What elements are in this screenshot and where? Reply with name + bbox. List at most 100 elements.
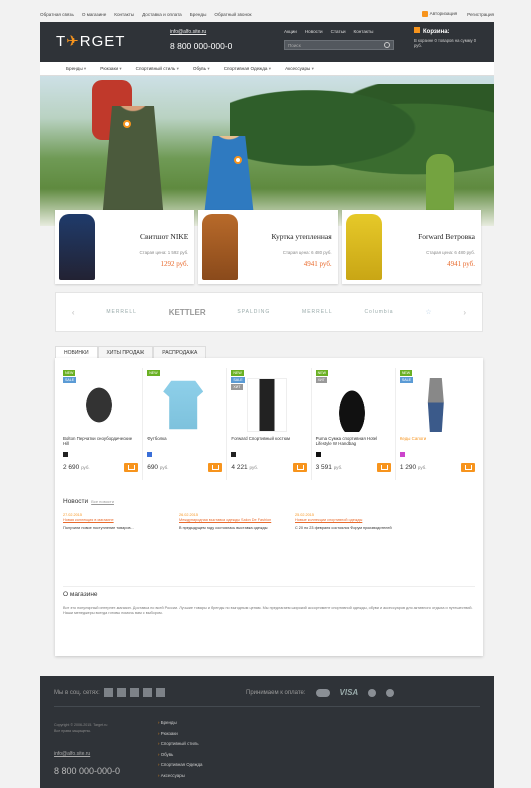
hero-banner[interactable] [40, 76, 494, 226]
add-to-cart-button[interactable] [461, 463, 476, 472]
add-to-cart-button[interactable] [124, 463, 139, 472]
color-swatch[interactable] [315, 452, 321, 457]
menu-item-shoes[interactable]: Обувь [193, 66, 210, 72]
product-card[interactable]: NEW SALE Кеды Сапоги 1 290 руб. [396, 368, 479, 480]
product-name[interactable]: Puma Сумка спортивная Hotel Lifestyle W … [316, 436, 392, 446]
cart[interactable]: Корзина: В корзине 0 товаров на сумму 0 … [414, 27, 484, 48]
brand-logo[interactable]: Columbia [364, 309, 393, 315]
brand-logo[interactable]: MERRELL [302, 309, 333, 315]
visa-logo: VISA [339, 688, 359, 697]
product-name[interactable]: Футболка [147, 436, 223, 441]
payment-icon [368, 688, 377, 697]
product-name[interactable]: Кеды Сапоги [400, 436, 476, 441]
social-links: Мы в соц. сетях: [54, 688, 165, 697]
top-link-about[interactable]: О магазине [82, 12, 106, 17]
news-link[interactable]: Новая коллекция в магазине [63, 518, 167, 523]
menu-item-sport-style[interactable]: Спортивный стиль [136, 66, 179, 72]
menu-item-brands[interactable]: Бренды [66, 66, 86, 72]
top-link-delivery[interactable]: Доставка и оплата [142, 12, 182, 17]
product-image [331, 378, 372, 432]
menu-item-accessories[interactable]: Аксессуары [285, 66, 314, 72]
add-to-cart-button[interactable] [376, 463, 391, 472]
news-link[interactable]: Международная выставка одежды Salon De F… [179, 518, 283, 523]
top-link-brands[interactable]: Бренды [190, 12, 207, 17]
product-price: 1 290 руб. [400, 464, 427, 471]
add-to-cart-button[interactable] [292, 463, 307, 472]
news-list: 27.02.2015 Новая коллекция в магазине По… [63, 513, 475, 530]
promo-card[interactable]: Куртка утепленная Старая цена: 6 480 руб… [198, 210, 338, 284]
color-swatch[interactable] [147, 452, 153, 457]
footer-link[interactable]: Аксессуары [158, 771, 203, 782]
footer-link[interactable]: Обувь [158, 750, 203, 761]
footer-email[interactable]: info@alfo.site.ru [54, 751, 90, 757]
header-nav-news[interactable]: Новости [305, 29, 323, 34]
product-price: 3 591 руб. [316, 464, 343, 471]
social-icon[interactable] [142, 688, 152, 697]
product-price-value: 1 290 [399, 464, 417, 471]
product-price-value: 3 591 [315, 464, 332, 471]
hotspot-dot[interactable] [234, 156, 242, 164]
promo-card[interactable]: Forward Ветровка Старая цена: 6 480 руб.… [341, 210, 481, 284]
header-nav-articles[interactable]: Статьи [331, 29, 346, 34]
logo-right: RGET [79, 33, 126, 50]
header-email[interactable]: info@alfo.site.ru [170, 29, 232, 35]
top-link-feedback[interactable]: Обратная связь [40, 12, 74, 17]
footer-link[interactable]: Спортивный стиль [158, 739, 203, 750]
logo-left: T [56, 33, 67, 50]
search-icon[interactable] [384, 42, 390, 48]
cart-title-label: Корзина: [423, 29, 450, 35]
footer-link[interactable]: Бренды [158, 718, 203, 729]
product-name[interactable]: Forward Спортивный костюм [231, 436, 307, 441]
product-image [247, 378, 288, 432]
register-link[interactable]: Регистрация [467, 12, 494, 17]
social-icon[interactable] [116, 688, 126, 697]
footer: Мы в соц. сетях: Принимаем к оплате: VIS… [40, 676, 494, 788]
hit-badge: ХИТ [231, 384, 243, 390]
footer-link[interactable]: Рюкзаки [158, 729, 203, 740]
new-badge: NEW [315, 370, 328, 376]
promo-title: Forward Ветровка [418, 232, 475, 241]
color-swatch[interactable] [231, 452, 237, 457]
news-link[interactable]: Новые коллекции спортивной одежды [295, 518, 399, 523]
brand-logo[interactable]: MERRELL [106, 309, 137, 315]
cart-status: В корзине 0 товаров на сумму 0 руб. [414, 38, 477, 48]
new-badge: NEW [399, 370, 413, 376]
main-content: NEW SALE Bolton Перчатки сноубордические… [55, 358, 483, 656]
top-link-callback[interactable]: Обратный звонок [214, 12, 251, 17]
social-icon[interactable] [103, 688, 113, 697]
product-name[interactable]: Bolton Перчатки сноубордические Hill [63, 436, 139, 446]
hotspot-dot[interactable] [123, 120, 131, 128]
footer-link[interactable]: Спортивная Одежда [158, 760, 203, 771]
all-news-link[interactable]: Все новости [91, 499, 114, 504]
brand-logo[interactable]: SPALDING [237, 309, 270, 315]
footer-phone: 8 800 000-000-0 [54, 766, 121, 776]
color-swatch[interactable] [63, 452, 68, 457]
about-text: Вот это популярный интернет-магазин. Дос… [63, 606, 473, 615]
login-link[interactable]: Авторизация [421, 11, 457, 17]
header-nav-contacts[interactable]: Контакты [354, 29, 374, 34]
carousel-prev-icon[interactable]: ‹ [72, 308, 75, 317]
logo[interactable]: T✈RGET [56, 32, 125, 50]
social-icon[interactable] [155, 688, 165, 697]
product-card[interactable]: NEW SALE ХИТ Forward Спортивный костюм 4… [227, 368, 312, 480]
promo-card[interactable]: Свитшот NIKE Старая цена: 1 592 руб. 129… [55, 210, 195, 284]
social-icon[interactable] [129, 688, 139, 697]
menu-item-sport-clothes[interactable]: Спортивная Одежда [224, 66, 271, 72]
top-link-contacts[interactable]: Контакты [114, 12, 134, 17]
header-nav-promo[interactable]: Акции [284, 29, 297, 34]
promo-title: Свитшот NIKE [140, 232, 189, 241]
product-card[interactable]: NEW Футболка 690 руб. [143, 368, 228, 480]
color-swatch[interactable] [399, 452, 405, 457]
news-item: 27.02.2015 Новая коллекция в магазине По… [63, 513, 167, 530]
product-card[interactable]: NEW ХИТ Puma Сумка спортивная Hotel Life… [312, 368, 396, 480]
search-input[interactable]: Поиск [284, 40, 394, 50]
add-to-cart-button[interactable] [208, 463, 223, 472]
brand-logo[interactable]: ☆ [425, 308, 431, 316]
header-phone: 8 800 000-000-0 [170, 41, 233, 51]
news-section: Новости Все новости 27.02.2015 Новая колл… [63, 498, 475, 530]
product-card[interactable]: NEW SALE Bolton Перчатки сноубордические… [59, 368, 144, 480]
product-price: 690 руб. [147, 464, 168, 471]
carousel-next-icon[interactable]: › [463, 308, 466, 317]
brand-logo[interactable]: KETTLER [169, 308, 206, 317]
menu-item-backpacks[interactable]: Рюкзаки [100, 66, 121, 72]
